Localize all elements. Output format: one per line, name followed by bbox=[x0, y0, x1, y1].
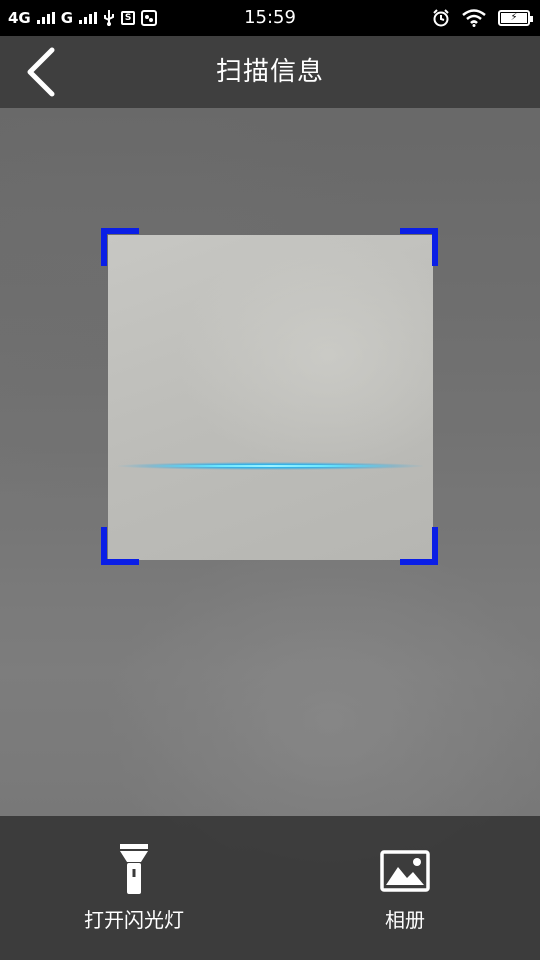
flashlight-label: 打开闪光灯 bbox=[84, 908, 184, 932]
scan-window bbox=[108, 235, 433, 560]
title-bar: 扫描信息 bbox=[0, 36, 540, 108]
scan-frame-corner-top-left bbox=[101, 228, 139, 266]
alarm-icon bbox=[433, 9, 449, 27]
status-right: ⚡ bbox=[432, 0, 533, 36]
flashlight-icon bbox=[120, 844, 148, 894]
bottom-bar: 打开闪光灯 相册 bbox=[0, 816, 540, 960]
album-button[interactable]: 相册 bbox=[305, 816, 505, 960]
status-bar: 4G G S 15:59 ⚡ bbox=[0, 0, 540, 36]
wifi-icon bbox=[462, 9, 486, 27]
image-icon bbox=[380, 850, 430, 892]
scan-screen: 4G G S 15:59 ⚡ 扫描信息 打开闪光灯 相册 bbox=[0, 0, 540, 960]
scan-frame-corner-bottom-right bbox=[400, 527, 438, 565]
scan-frame-corner-top-right bbox=[400, 228, 438, 266]
battery-charging-symbol: ⚡ bbox=[501, 13, 527, 23]
battery-icon: ⚡ bbox=[498, 10, 533, 26]
page-title: 扫描信息 bbox=[215, 57, 324, 87]
flashlight-button[interactable]: 打开闪光灯 bbox=[34, 816, 234, 960]
scan-line bbox=[118, 462, 423, 470]
album-label: 相册 bbox=[385, 908, 425, 932]
scan-frame-corner-bottom-left bbox=[101, 527, 139, 565]
